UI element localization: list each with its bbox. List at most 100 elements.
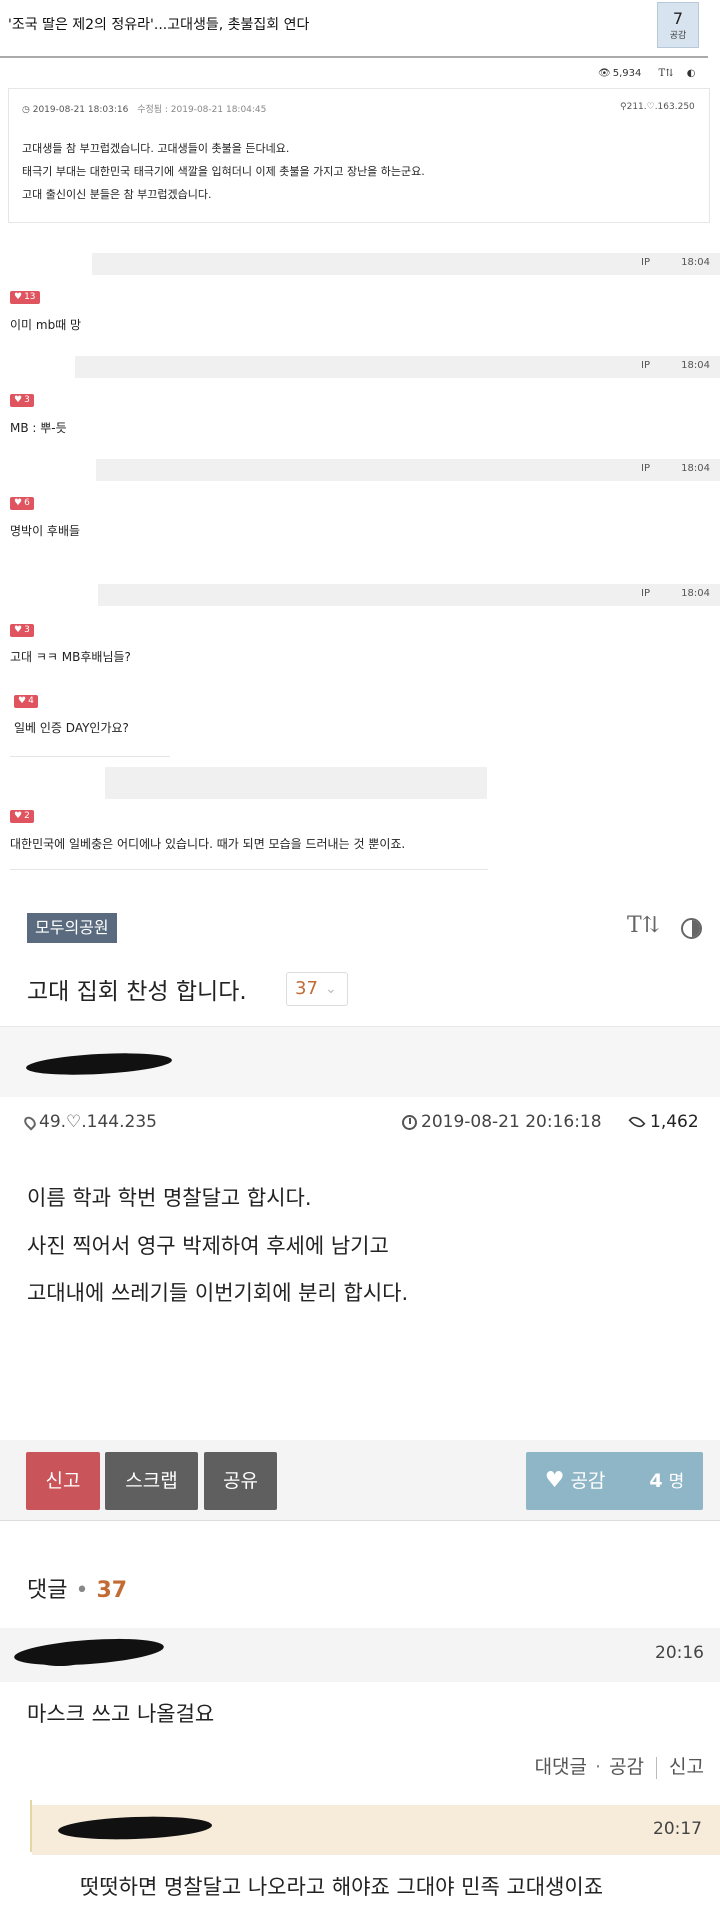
reply-button[interactable]: 대댓글 — [535, 1756, 587, 1778]
post-body-line: 이름 학과 학번 명찰달고 합시다. — [27, 1186, 312, 1210]
author-mask — [0, 459, 96, 481]
reply-header: 20:17 — [32, 1805, 720, 1855]
comment-text: 대한민국에 일베충은 어디에나 있습니다. 때가 되면 모습을 드러내는 것 뿐… — [10, 837, 406, 851]
like-badge-count: 3 — [24, 625, 30, 635]
comment-header — [105, 767, 487, 799]
comment-ip: IP — [641, 257, 650, 268]
top-post-date: ◷ 2019-08-21 18:03:16 수정됨 : 2019-08-21 1… — [22, 102, 266, 115]
reply-text: 떳떳하면 명찰달고 나오라고 해야죠 그대야 민족 고대생이죠 — [80, 1875, 604, 1899]
comment-like-button[interactable]: 공감 — [609, 1756, 644, 1778]
comment-count: 37 — [295, 978, 318, 999]
author-redaction — [57, 1814, 213, 1842]
top-body-line: 태극기 부대는 대한민국 태극기에 색깔을 입혀더니 이제 촛불을 가지고 장난… — [22, 165, 425, 178]
heart-icon: ♥ — [18, 696, 27, 706]
post-body-line: 고대내에 쓰레기들 이번기회에 분리 합시다. — [27, 1281, 409, 1305]
post-views: 1,462 — [628, 1112, 699, 1132]
post-datetime: 2019-08-21 20:16:18 — [402, 1112, 602, 1132]
eye-icon — [628, 1113, 646, 1131]
chevron-down-icon: ⌄ — [325, 981, 337, 997]
comment-time: 18:04 — [681, 360, 710, 371]
top-divider — [0, 56, 708, 58]
report-button[interactable]: 신고 — [26, 1452, 100, 1510]
top-meta-bar: 👁 5,934 T⇅ ◐ — [592, 68, 696, 79]
share-button[interactable]: 공유 — [204, 1452, 277, 1510]
comment-header: IP 18:04 — [0, 459, 720, 481]
dot-separator: · — [595, 1756, 602, 1778]
comment-report-button[interactable]: 신고 — [669, 1756, 704, 1778]
comment-time: 18:04 — [681, 257, 710, 268]
top-date-value: 2019-08-21 18:03:16 — [32, 105, 129, 115]
comment-header: IP 18:04 — [0, 584, 720, 606]
dot-separator: • — [75, 1578, 89, 1603]
post-datetime-value: 2019-08-21 20:16:18 — [421, 1112, 602, 1132]
author-mask — [0, 253, 92, 275]
comment-time: 20:17 — [653, 1819, 702, 1839]
post-body-line: 사진 찍어서 영구 박제하여 후세에 남기고 — [27, 1234, 389, 1258]
top-like-label: 공감 — [669, 31, 687, 41]
like-count: 4 — [649, 1470, 663, 1492]
author-mask — [0, 584, 98, 606]
comment-actions: 대댓글 · 공감 신고 — [535, 1752, 704, 1779]
like-badge-count: 3 — [24, 395, 30, 405]
pin-icon — [21, 1113, 39, 1131]
comment-time: 18:04 — [681, 463, 710, 474]
comment-text: 일베 인증 DAY인가요? — [14, 721, 129, 735]
author-mask — [0, 356, 75, 378]
eye-icon: 👁 — [598, 68, 611, 79]
top-body-line: 고대 출신이신 분들은 참 부끄럽겠습니다. — [22, 188, 212, 201]
pin-icon: ⚲ — [620, 102, 627, 112]
post-title: 고대 집회 찬성 합니다. — [27, 979, 247, 1005]
top-body-line: 고대생들 참 부끄럽겠습니다. 고대생들이 촛불을 든다네요. — [22, 142, 290, 155]
comments-count: 37 — [96, 1578, 128, 1603]
font-size-icon[interactable]: T⇅ — [659, 68, 674, 79]
like-badge: ♥ 6 — [10, 497, 34, 510]
top-post-title: '조국 딸은 제2의 정유라'...고대생들, 촛불집회 연다 — [8, 17, 310, 33]
divider — [656, 1756, 658, 1779]
comment-ip: IP — [641, 463, 650, 474]
contrast-icon[interactable]: ◐ — [687, 68, 696, 79]
heart-icon: ♥ — [14, 625, 23, 635]
like-badge-count: 6 — [24, 498, 30, 508]
like-badge: ♥ 13 — [10, 291, 40, 304]
divider — [10, 756, 170, 757]
like-badge: ♥ 4 — [14, 695, 38, 708]
heart-icon: ♥ — [14, 811, 23, 821]
like-unit: 명 — [668, 1472, 685, 1492]
comment-time: 20:16 — [655, 1643, 704, 1663]
divider — [0, 1520, 720, 1521]
scrap-button[interactable]: 스크랩 — [105, 1452, 198, 1510]
top-edited: 수정됨 : 2019-08-21 18:04:45 — [137, 105, 267, 115]
font-size-icon[interactable]: T⇅ — [627, 913, 660, 938]
top-like-count: 7 — [672, 9, 684, 28]
comment-ip: IP — [641, 588, 650, 599]
board-tag[interactable]: 모두의공원 — [27, 913, 117, 943]
comment-text: 이미 mb때 망 — [10, 318, 82, 332]
like-badge-count: 2 — [24, 811, 30, 821]
clock-icon — [402, 1114, 417, 1130]
comment-time: 18:04 — [681, 588, 710, 599]
like-badge: ♥ 2 — [10, 810, 34, 823]
divider — [10, 869, 488, 870]
author-redaction — [60, 1065, 120, 1074]
author-redaction — [40, 1658, 80, 1666]
clock-icon: ◷ — [22, 105, 30, 115]
top-like-box[interactable]: 7 공감 — [657, 2, 699, 48]
comment-header: IP 18:04 — [0, 253, 720, 275]
like-badge: ♥ 3 — [10, 394, 34, 407]
comment-text: 명박이 후배들 — [10, 524, 81, 538]
author-redaction — [13, 1634, 165, 1670]
comment-header: 20:16 — [0, 1628, 720, 1682]
post-views-value: 1,462 — [650, 1112, 699, 1132]
like-label: 공감 — [570, 1470, 606, 1492]
comments-heading: 댓글 • 37 — [27, 1572, 127, 1604]
comment-count-dropdown[interactable]: 37 ⌄ — [286, 972, 348, 1006]
comment-text: MB : 뿌-듯 — [10, 421, 67, 435]
like-badge-count: 4 — [28, 696, 34, 706]
like-badge-count: 13 — [24, 292, 36, 302]
post-ip: 49.♡.144.235 — [21, 1112, 157, 1132]
contrast-icon[interactable] — [681, 918, 702, 939]
like-button[interactable]: ♥ 공감 4 명 — [526, 1452, 703, 1510]
top-ip-value: 211.♡.163.250 — [626, 102, 695, 112]
heart-icon: ♥ — [14, 395, 23, 405]
top-views: 5,934 — [612, 68, 642, 79]
